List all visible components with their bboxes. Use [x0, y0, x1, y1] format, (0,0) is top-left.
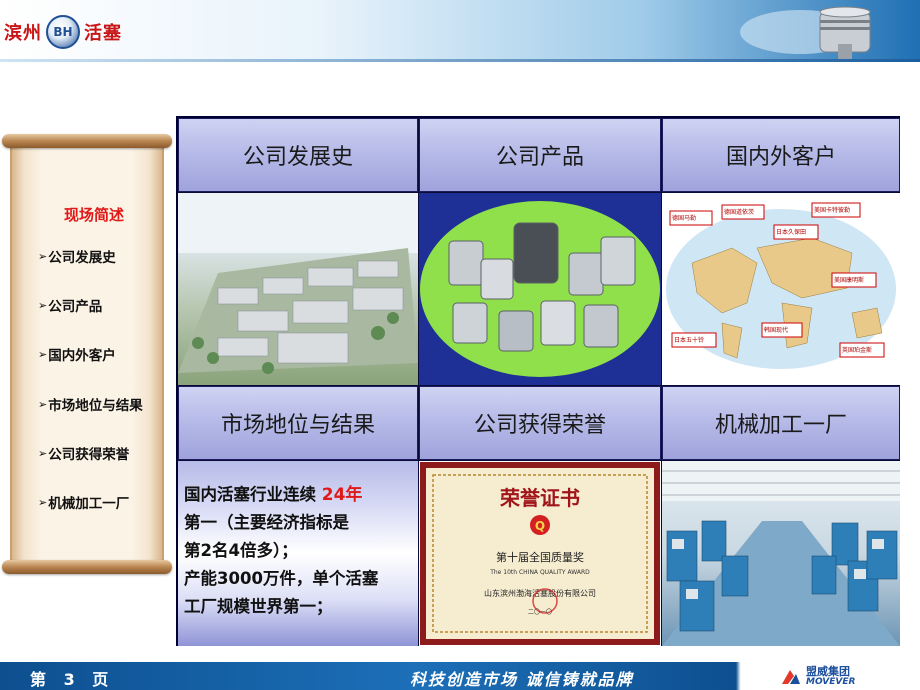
highlight-years: 24年 — [321, 485, 363, 505]
footer-band: 第 3 页 科技创造市场 诚信铸就品牌 盟威集团 MOVEVER — [0, 662, 920, 690]
map-label-text: 美国卡特彼勒 — [814, 206, 850, 214]
map-label-text: 日本久保田 — [776, 228, 806, 236]
logo-badge-icon: BH — [46, 15, 80, 49]
cell-label-products[interactable]: 公司产品 — [419, 118, 661, 192]
logo-text-right: 活塞 — [84, 23, 122, 44]
sidebar-item-label: 国内外客户 — [48, 348, 116, 364]
machining-workshop-image — [662, 461, 900, 646]
map-label-text: 韩国现代 — [764, 326, 788, 334]
sidebar-item-label: 市场地位与结果 — [48, 398, 143, 414]
page-number: 第 3 页 — [30, 670, 115, 689]
sidebar-item-customers[interactable]: ➢ 国内外客户 — [38, 344, 116, 365]
brand-name-cn: 盟威集团 — [806, 665, 850, 678]
content-grid: 公司发展史 公司产品 国内外客户 德国马勒 德国道依茨 美国卡特彼勒 日本久保田… — [176, 116, 900, 646]
bullet-arrow-icon: ➢ — [38, 298, 48, 312]
certificate-title: 荣誉证书 — [499, 486, 580, 510]
bullet-arrow-icon: ➢ — [38, 249, 48, 263]
map-label-text: 日本五十铃 — [674, 336, 704, 344]
brand-mark-icon — [782, 670, 800, 684]
sidebar-item-label: 公司发展史 — [48, 250, 116, 266]
map-label-text: 德国道依茨 — [724, 208, 754, 216]
map-label-text: 德国马勒 — [672, 214, 696, 222]
sidebar-item-market[interactable]: ➢ 市场地位与结果 — [38, 394, 143, 415]
bullet-arrow-icon: ➢ — [38, 495, 48, 509]
header-band: 滨州 BH 活塞 — [0, 0, 920, 62]
certificate-award-en: The 10th CHINA QUALITY AWARD — [489, 569, 590, 576]
bullet-arrow-icon: ➢ — [38, 397, 48, 411]
certificate-award: 第十届全国质量奖 — [496, 550, 584, 564]
map-label-text: 美国康明斯 — [834, 276, 864, 284]
sidebar-item-label: 机械加工一厂 — [48, 496, 130, 512]
cell-label-customers[interactable]: 国内外客户 — [662, 118, 900, 192]
cell-label-factory[interactable]: 机械加工一厂 — [662, 386, 900, 460]
sidebar-item-factory[interactable]: ➢ 机械加工一厂 — [38, 492, 130, 513]
sidebar-title: 现场简述 — [64, 206, 125, 224]
market-position-text: 国内活塞行业连续 24年 第一（主要经济指标是 第2名4倍多）； 产能3000万… — [178, 461, 418, 646]
bullet-arrow-icon: ➢ — [38, 446, 48, 460]
pistons-product-image — [419, 193, 661, 385]
map-label-text: 英国珀金斯 — [842, 346, 872, 354]
sidebar-scroll: 现场简述 ➢ 公司发展史 ➢ 公司产品 ➢ 国内外客户 ➢ 市场地位与结果 ➢ … — [2, 134, 172, 574]
market-text-line: 产能3000万件，单个活塞 — [184, 569, 379, 588]
factory-aerial-image — [178, 193, 418, 385]
sidebar-item-label: 公司产品 — [48, 299, 103, 315]
certificate-date: 二〇一〇 — [528, 609, 552, 616]
cell-label-history[interactable]: 公司发展史 — [178, 118, 418, 192]
market-text-line: 第2名4倍多）； — [184, 541, 298, 560]
logo-text-left: 滨州 — [4, 23, 42, 44]
sidebar-item-products[interactable]: ➢ 公司产品 — [38, 295, 103, 316]
group-brand-logo: 盟威集团 MOVEVER — [780, 664, 916, 690]
svg-text:Q: Q — [535, 519, 545, 533]
sidebar-item-history[interactable]: ➢ 公司发展史 — [38, 246, 116, 267]
honor-certificate-image: 荣誉证书 Q 第十届全国质量奖 The 10th CHINA QUALITY A… — [419, 461, 661, 646]
brand-name-en: MOVEVER — [806, 677, 856, 687]
scroll-rod-top — [2, 134, 172, 148]
sidebar-item-label: 公司获得荣誉 — [48, 447, 130, 463]
footer-slogan: 科技创造市场 诚信铸就品牌 — [410, 670, 634, 689]
bullet-arrow-icon: ➢ — [38, 347, 48, 361]
sidebar-item-honors[interactable]: ➢ 公司获得荣誉 — [38, 443, 130, 464]
world-customer-map-image: 德国马勒 德国道依茨 美国卡特彼勒 日本久保田 美国康明斯 韩国现代 日本五十铃… — [662, 193, 900, 385]
cell-label-market[interactable]: 市场地位与结果 — [178, 386, 418, 460]
scroll-rod-bottom — [2, 560, 172, 574]
piston-header-graphic — [740, 6, 871, 60]
market-text-line: 工厂规模世界第一； — [184, 597, 333, 616]
company-logo: 滨州 BH 活塞 — [4, 14, 122, 50]
market-text-line: 国内活塞行业连续 24年 — [184, 485, 363, 505]
market-text-line: 第一（主要经济指标是 — [184, 513, 349, 532]
cell-label-honors[interactable]: 公司获得荣誉 — [419, 386, 661, 460]
